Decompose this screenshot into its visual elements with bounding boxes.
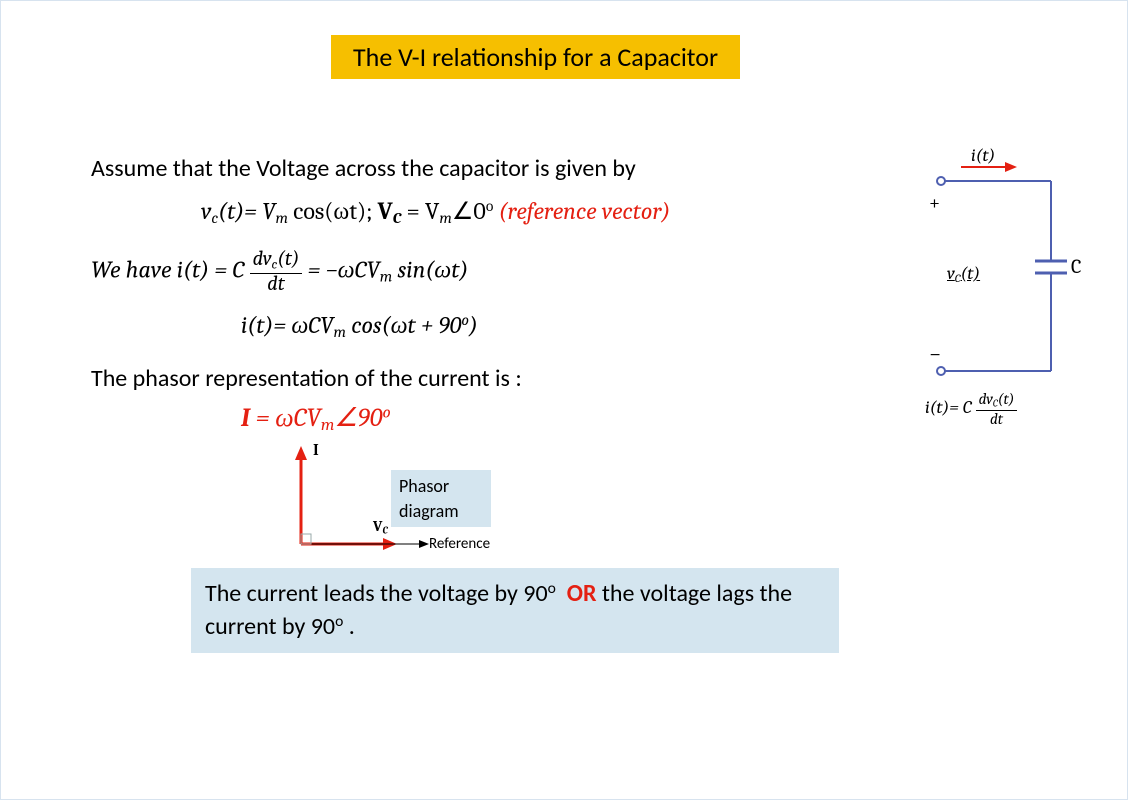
circuit-vc-label: vC(t) [947, 263, 980, 285]
phasor-equation: I = ωCVm∠90o [241, 401, 891, 438]
capacitor-circuit: i(t) + vC(t) − C i(t)= C dvC(t)dt [921, 151, 1091, 451]
we-have: We have [91, 256, 177, 284]
circuit-it-label: i(t) [971, 145, 995, 166]
it2-close: ) [469, 311, 478, 339]
vc-sub-m: m [275, 209, 287, 227]
vc-v: v [201, 197, 211, 225]
phasor-reference-label: Reference [429, 534, 490, 554]
circuit-plus: + [929, 191, 940, 214]
eq-it-line1: We have i(t) = C dvc(t)dt = −ωCVm sin(ωt… [91, 249, 891, 295]
Vc-angle0: ∠0 [452, 197, 486, 225]
circ-eq-lhs: i(t)= C [925, 397, 976, 418]
Vc-deg: o [486, 198, 494, 216]
conclusion-a: The current leads the voltage by 90 [205, 579, 548, 608]
vc-cos: cos(ωt); [288, 197, 378, 225]
phasor-caption: Phasor diagram [391, 470, 491, 527]
Vc-bold: V [378, 197, 393, 225]
it-frac-num-dv: dv [253, 248, 272, 271]
slide-title: The V-I relationship for a Capacitor [331, 35, 740, 79]
conclusion-box: The current leads the voltage by 90o OR … [191, 568, 839, 653]
phasor-eq: = ωCV [250, 403, 321, 433]
phasor-Vc-label: VC [373, 516, 388, 538]
phasor-m: m [321, 417, 335, 436]
it-lhs: i(t) = C [177, 256, 250, 284]
phasor-I-label: I [313, 440, 319, 462]
vc-t: (t)= V [218, 197, 275, 225]
circuit-eq: i(t)= C dvC(t)dt [925, 391, 1017, 427]
it-mid-m: m [380, 268, 392, 286]
phasor-angle: ∠90 [334, 403, 382, 433]
it2-cos: cos(ωt + 90 [346, 311, 461, 339]
it-frac-den: dt [250, 274, 303, 295]
circuit-minus: − [929, 341, 941, 367]
it2-m: m [333, 323, 345, 341]
phasor-intro: The phasor representation of the current… [91, 363, 891, 395]
it-mid: = −ωCV [302, 256, 379, 284]
reference-vector-label: (reference vector) [499, 197, 671, 225]
it-sin: sin(ωt) [392, 256, 468, 284]
conclusion-end: . [343, 612, 354, 641]
phasor-deg: o [382, 404, 390, 423]
conclusion-deg1: o [548, 580, 556, 599]
circ-eq-fraction: dvC(t)dt [976, 391, 1018, 427]
eq-it-line2: i(t)= ωCVm cos(ωt + 90o) [241, 309, 891, 343]
it-fraction: dvc(t)dt [250, 249, 303, 295]
it2-lhs: i(t)= ωCV [241, 311, 333, 339]
it-frac-num-t: (t) [277, 248, 299, 271]
Vc-bold-sub: C [393, 209, 401, 227]
eq-vc: vc(t)= Vm cos(ωt); VC = Vm∠0o (reference… [201, 195, 891, 229]
circuit-C-label: C [1071, 255, 1081, 278]
assume-line: Assume that the Voltage across the capac… [91, 153, 891, 185]
phasor-caption-box: Phasor diagram [391, 470, 491, 527]
slide: The V-I relationship for a Capacitor Ass… [0, 0, 1128, 800]
main-content: Assume that the Voltage across the capac… [91, 153, 891, 653]
conclusion-or: OR [567, 579, 597, 608]
Vc-rhs-m: m [439, 209, 451, 227]
phasor-I: I [241, 403, 250, 433]
it2-deg: o [461, 311, 469, 329]
phasor-diagram: I VC Reference Phasor diagram [261, 444, 491, 564]
Vc-rhs: = V [401, 197, 439, 225]
